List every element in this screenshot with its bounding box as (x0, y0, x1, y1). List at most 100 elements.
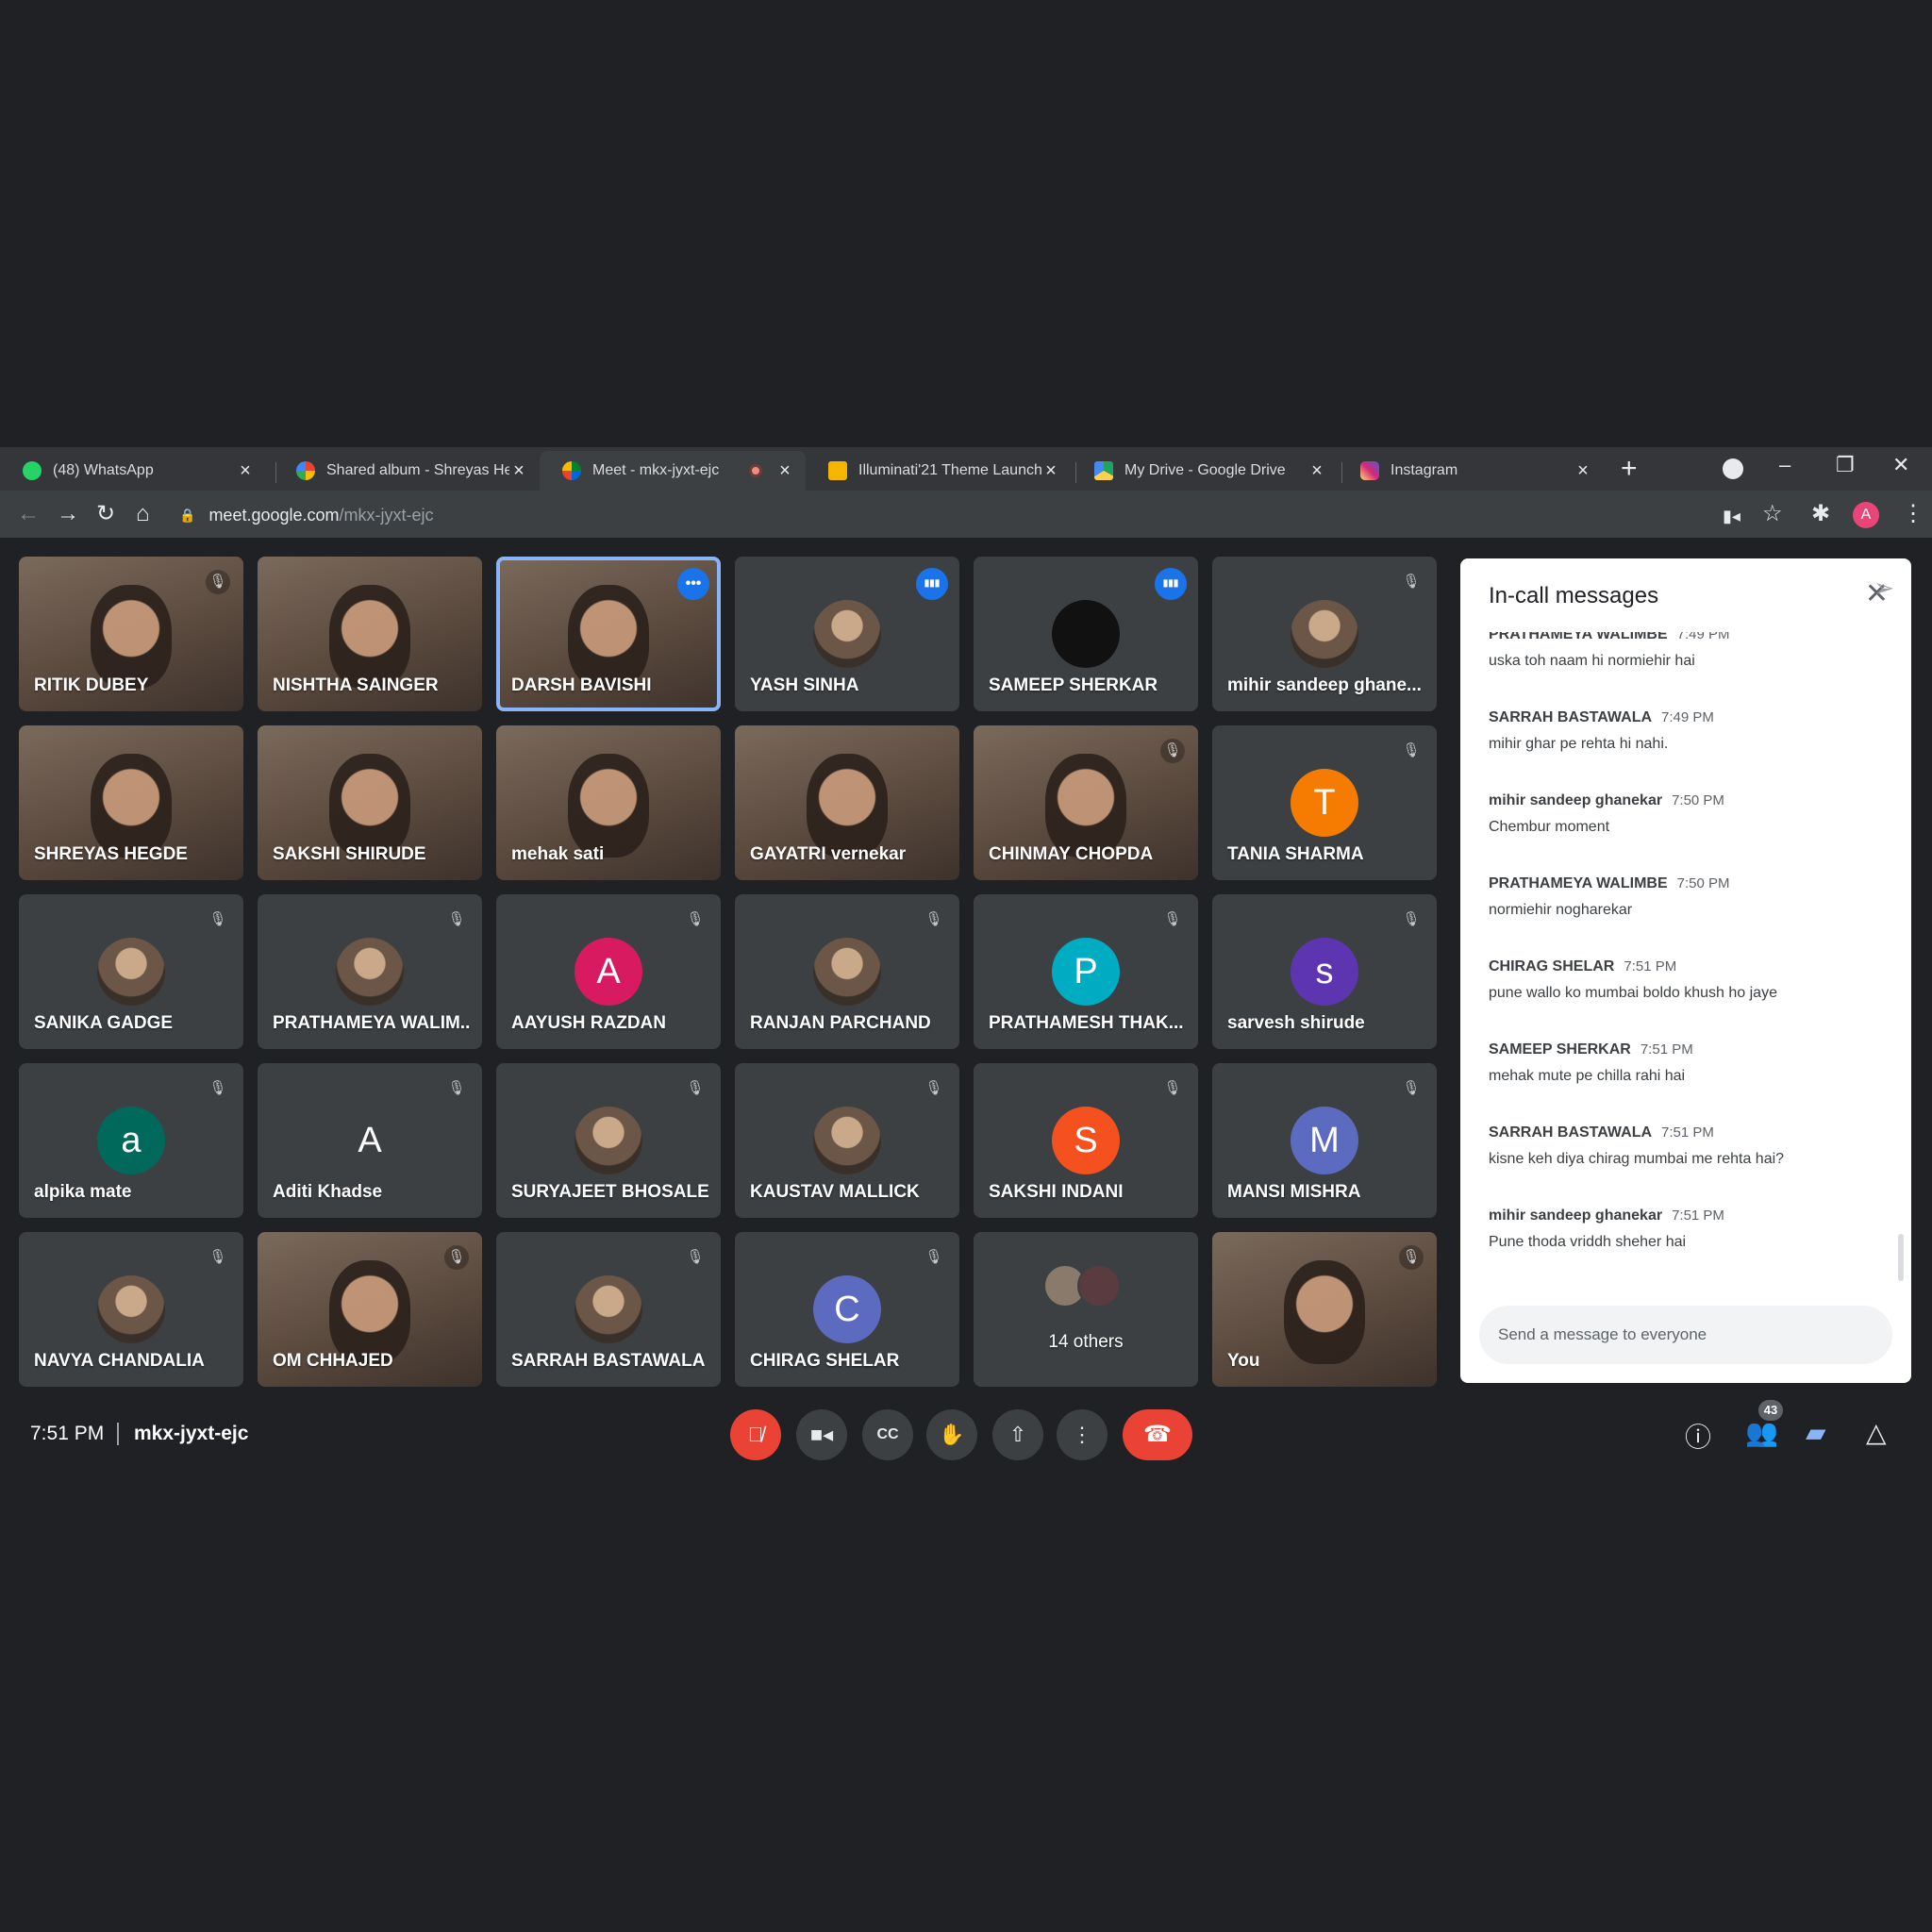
participant-tile[interactable]: SURYAJEET BHOSALE 🎙 (496, 1063, 721, 1218)
participant-avatar: T (1291, 769, 1358, 837)
participant-tile[interactable]: OM CHHAJED 🎙 (258, 1232, 482, 1387)
participant-tile[interactable]: T TANIA SHARMA 🎙 (1212, 725, 1437, 880)
participant-grid: RITIK DUBEY 🎙 NISHTHA SAINGER DARSH BAVISHI… (19, 557, 1441, 1387)
participant-tile[interactable]: SHREYAS HEGDE (19, 725, 243, 880)
window-close-icon[interactable]: ✕ (1892, 453, 1909, 477)
close-icon[interactable]: × (1041, 460, 1060, 482)
chat-scrollbar[interactable] (1898, 1234, 1904, 1281)
participant-tile[interactable]: 14 others (974, 1232, 1198, 1387)
close-icon[interactable]: × (1307, 460, 1326, 482)
participant-tile[interactable]: A Aditi Khadse 🎙 (258, 1063, 482, 1218)
participant-tile[interactable]: RITIK DUBEY 🎙 (19, 557, 243, 711)
activities-icon[interactable]: △ (1866, 1417, 1887, 1448)
people-count-badge: 43 (1758, 1400, 1783, 1421)
chat-message-list[interactable]: PRATHAMEYA WALIMBE 7:49 PM uska toh naam … (1460, 632, 1911, 1274)
tab-title: My Drive - Google Drive (1124, 462, 1286, 478)
participant-tile[interactable]: You 🎙 (1212, 1232, 1437, 1387)
participant-tile[interactable]: S SAKSHI INDANI 🎙 (974, 1063, 1198, 1218)
tab-title: Illuminati'21 Theme Launch (858, 462, 1041, 478)
more-options-button[interactable]: ⋮ (1057, 1409, 1108, 1460)
close-icon[interactable]: × (1574, 460, 1592, 482)
forward-icon[interactable]: → (57, 500, 79, 528)
participant-tile[interactable]: SANIKA GADGE 🎙 (19, 894, 243, 1049)
restore-icon[interactable]: ❐ (1836, 453, 1855, 477)
participant-tile[interactable]: s sarvesh shirude 🎙 (1212, 894, 1437, 1049)
close-icon[interactable]: × (509, 460, 528, 482)
tab-instagram[interactable]: Instagram × (1338, 451, 1604, 491)
participant-avatar: P (1052, 938, 1120, 1006)
mic-off-icon: 🎙 (924, 911, 943, 927)
extensions-icon[interactable]: ✱ (1811, 500, 1830, 528)
chat-message-input[interactable]: Send a message to everyone (1479, 1306, 1892, 1364)
leave-call-button[interactable]: ☎ (1123, 1409, 1192, 1460)
microphone-off-button[interactable]: 🎙̸ (730, 1409, 781, 1460)
tab-search-icon[interactable] (1723, 458, 1743, 479)
more-options-icon[interactable]: ••• (677, 568, 709, 600)
minimize-icon[interactable]: – (1779, 453, 1790, 477)
participant-tile[interactable]: YASH SINHA ▮▮▮ (735, 557, 959, 711)
participant-video (329, 754, 410, 858)
new-tab-button[interactable]: + (1621, 455, 1638, 483)
tab-whatsapp[interactable]: (48) WhatsApp × (0, 451, 266, 491)
participant-name: TANIA SHARMA (1227, 844, 1364, 864)
participant-tile[interactable]: a alpika mate 🎙 (19, 1063, 243, 1218)
participant-name: NISHTHA SAINGER (273, 675, 439, 695)
participant-tile[interactable]: GAYATRI vernekar (735, 725, 959, 880)
bookmark-star-icon[interactable]: ☆ (1762, 500, 1783, 528)
participant-tile[interactable]: SAKSHI SHIRUDE (258, 725, 482, 880)
participant-tile[interactable]: M MANSI MISHRA 🎙 (1212, 1063, 1437, 1218)
send-icon[interactable]: ➢ (1874, 574, 1894, 603)
more-vert-icon: ⋮ (1072, 1423, 1092, 1446)
participant-tile[interactable]: NAVYA CHANDALIA 🎙 (19, 1232, 243, 1387)
camera-button[interactable]: ■◂ (796, 1409, 847, 1460)
participant-name: SARRAH BASTAWALA (511, 1351, 706, 1371)
tab-meet[interactable]: Meet - mkx-jyxt-ejc × (540, 451, 806, 491)
message-text: kisne keh diya chirag mumbai me rehta ha… (1489, 1151, 1785, 1167)
people-icon[interactable]: 👥 (1745, 1417, 1778, 1448)
participant-tile[interactable]: CHINMAY CHOPDA 🎙 (974, 725, 1198, 880)
mic-off-icon: 🎙 (208, 911, 227, 927)
participant-tile[interactable]: C CHIRAG SHELAR 🎙 (735, 1232, 959, 1387)
divider (117, 1423, 119, 1445)
participant-video (91, 585, 172, 689)
participant-tile[interactable]: KAUSTAV MALLICK 🎙 (735, 1063, 959, 1218)
tab-shared-album[interactable]: Shared album - Shreyas He × (274, 451, 540, 491)
mic-off-icon: 🎙 (1402, 911, 1421, 927)
meeting-details-icon[interactable]: ⓘ (1685, 1417, 1711, 1455)
message-text: Chembur moment (1489, 819, 1610, 835)
message-time: 7:51 PM (1661, 1124, 1714, 1141)
chat-icon[interactable]: ▰ (1806, 1417, 1826, 1448)
browser-tab-bar: (48) WhatsApp × Shared album - Shreyas H… (0, 447, 1932, 491)
tab-illuminati[interactable]: Illuminati'21 Theme Launch × (806, 451, 1072, 491)
participant-tile[interactable]: PRATHAMEYA WALIM... 🎙 (258, 894, 482, 1049)
tab-google-drive[interactable]: My Drive - Google Drive × (1072, 451, 1338, 491)
participant-tile[interactable]: mihir sandeep ghane... 🎙 (1212, 557, 1437, 711)
participant-tile[interactable]: P PRATHAMESH THAK... 🎙 (974, 894, 1198, 1049)
browser-menu-icon[interactable]: ⋮ (1902, 500, 1924, 528)
participant-tile[interactable]: DARSH BAVISHI ••• (496, 557, 721, 711)
back-icon[interactable]: ← (17, 500, 40, 528)
participant-tile[interactable]: NISHTHA SAINGER (258, 557, 482, 711)
google-drive-icon (1094, 461, 1113, 480)
hand-icon: ✋ (939, 1423, 965, 1446)
profile-avatar[interactable]: A (1853, 502, 1879, 528)
close-icon[interactable]: × (775, 460, 794, 482)
captions-button[interactable]: CC (862, 1409, 913, 1460)
message-time: 7:49 PM (1661, 709, 1714, 725)
participant-tile[interactable]: SARRAH BASTAWALA 🎙 (496, 1232, 721, 1387)
raise-hand-button[interactable]: ✋ (926, 1409, 977, 1460)
participant-name: sarvesh shirude (1227, 1013, 1365, 1033)
participant-tile[interactable]: A AAYUSH RAZDAN 🎙 (496, 894, 721, 1049)
participant-tile[interactable]: mehak sati (496, 725, 721, 880)
participant-video (329, 1260, 410, 1364)
participant-tile[interactable]: RANJAN PARCHAND 🎙 (735, 894, 959, 1049)
message-sender: mihir sandeep ghanekar (1489, 792, 1663, 808)
reload-icon[interactable]: ↻ (96, 500, 115, 528)
close-icon[interactable]: × (236, 460, 255, 482)
participant-tile[interactable]: SAMEEP SHERKAR ▮▮▮ (974, 557, 1198, 711)
present-screen-button[interactable]: ⇧ (992, 1409, 1043, 1460)
camera-in-use-icon[interactable]: ▮◂ (1723, 502, 1740, 530)
participant-video (1284, 1260, 1365, 1364)
url-bar[interactable]: 🔒 meet.google.com /mkx-jyxt-ejc (179, 498, 1698, 532)
home-icon[interactable]: ⌂ (136, 500, 150, 528)
